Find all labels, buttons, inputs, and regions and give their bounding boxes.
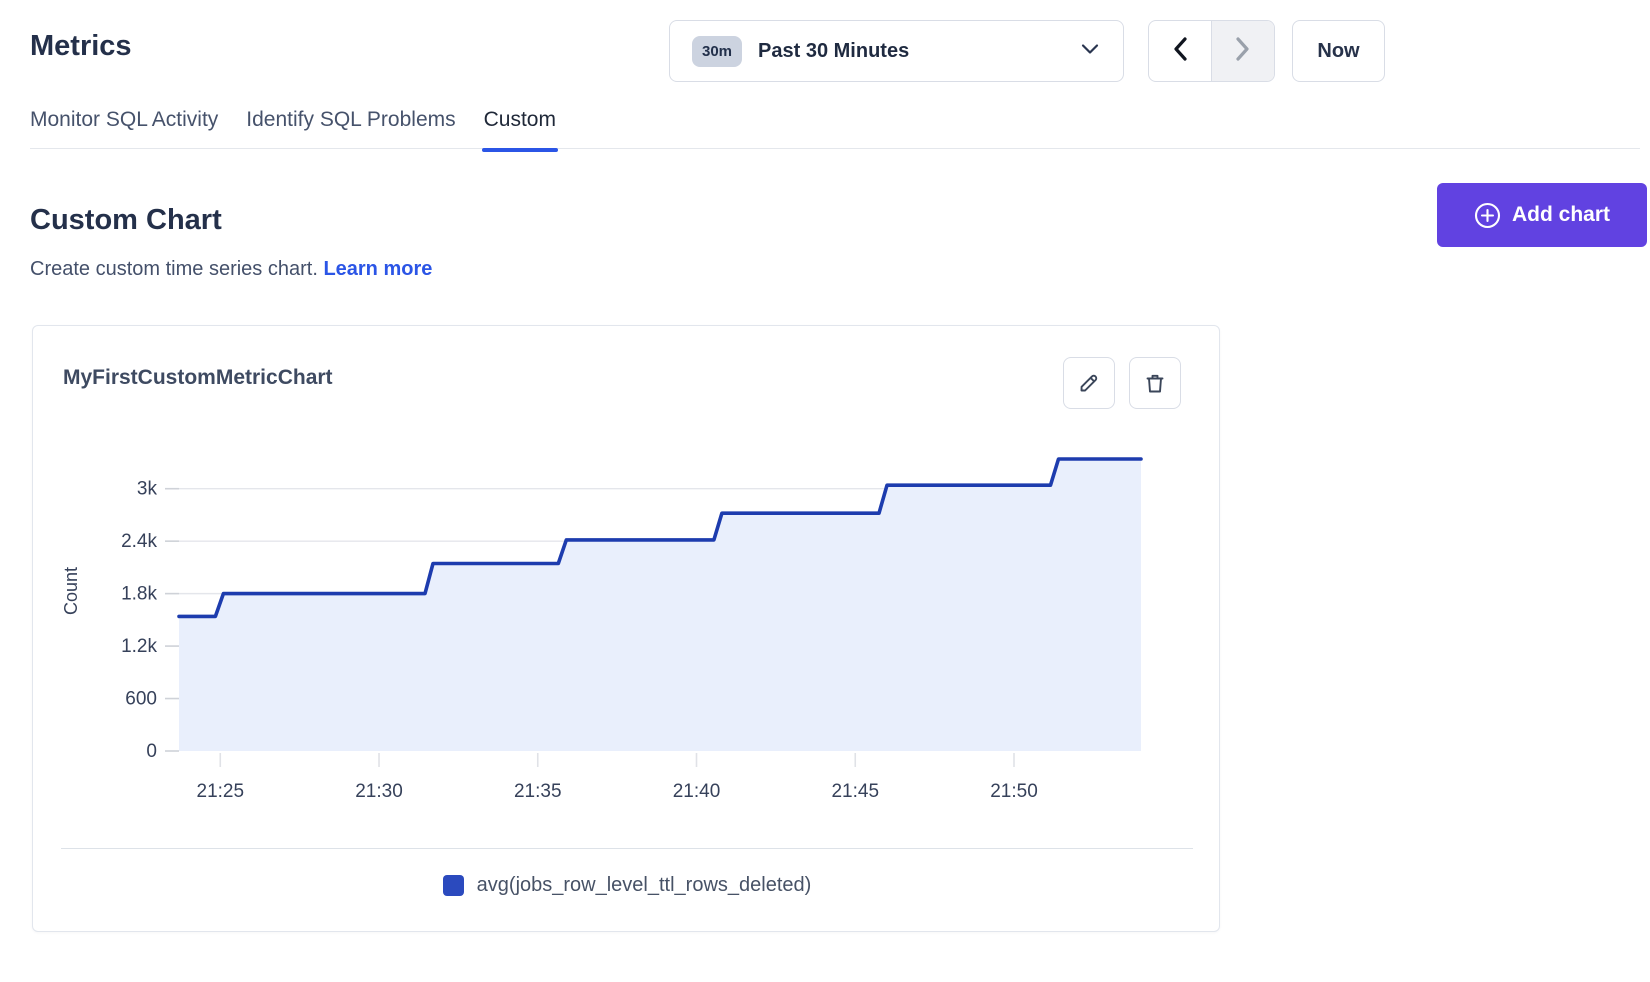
section-subtitle: Create custom time series chart. Learn m… [30,258,432,281]
chevron-left-icon [1172,37,1188,66]
subtitle-text: Create custom time series chart. [30,258,318,280]
add-chart-label: Add chart [1512,203,1610,227]
time-step-nav [1148,20,1275,82]
chevron-down-icon [1081,42,1099,60]
x-tick-label: 21:45 [831,781,879,802]
tab-custom-label: Custom [484,108,556,131]
tab-monitor-sql-activity[interactable]: Monitor SQL Activity [30,108,218,132]
plus-circle-icon [1474,202,1501,229]
next-interval-button-disabled[interactable] [1212,21,1275,81]
now-button[interactable]: Now [1292,20,1385,82]
add-chart-button[interactable]: Add chart [1437,183,1647,247]
legend-series-label: avg(jobs_row_level_ttl_rows_deleted) [477,874,812,897]
series-area-fill [179,459,1141,751]
time-series-chart: 0 600 1.2k 1.8k 2.4k 3k 21:25 21:30 21:35 21:40 21… [33,326,1221,846]
y-tick-label: 0 [146,741,157,762]
x-tick-label: 21:35 [514,781,562,802]
page-title: Metrics [30,30,132,63]
tab-identify-sql-problems[interactable]: Identify SQL Problems [246,108,455,132]
tab-bar: Monitor SQL Activity Identify SQL Proble… [30,108,1640,149]
y-tick-label: 600 [125,689,157,710]
active-tab-underline [482,148,558,152]
time-range-label: Past 30 Minutes [758,40,1081,63]
chart-legend: avg(jobs_row_level_ttl_rows_deleted) [33,874,1221,897]
y-tick-label: 2.4k [121,531,157,552]
card-divider [61,848,1193,849]
custom-chart-card: MyFirstCustomMetricChart 06001.2k1.8k2.4… [32,325,1220,932]
y-axis-label: Count [61,567,81,615]
time-range-dropdown[interactable]: 30m Past 30 Minutes [669,20,1124,82]
tab-custom[interactable]: Custom [484,108,556,132]
section-title: Custom Chart [30,204,222,237]
x-tick-label: 21:50 [990,781,1038,802]
legend-swatch [443,875,464,896]
y-tick-label: 3k [137,479,158,500]
chevron-right-icon [1235,37,1251,66]
previous-interval-button[interactable] [1149,21,1212,81]
x-tick-label: 21:25 [197,781,245,802]
x-tick-label: 21:30 [355,781,403,802]
y-tick-label: 1.2k [121,636,157,657]
time-range-badge: 30m [692,36,742,67]
learn-more-link[interactable]: Learn more [323,258,432,280]
y-tick-label: 1.8k [121,584,157,605]
x-tick-label: 21:40 [673,781,721,802]
